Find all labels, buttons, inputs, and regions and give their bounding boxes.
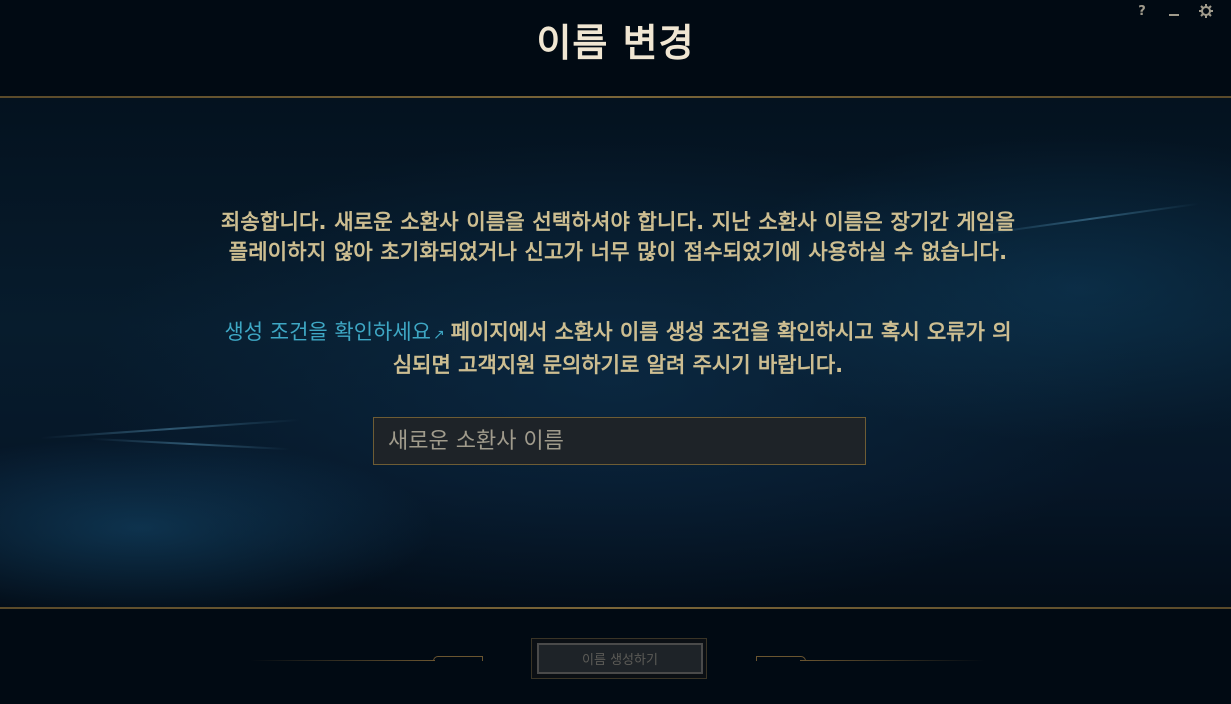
summoner-name-input[interactable]: [373, 417, 866, 465]
reset-notice-text: 죄송합니다. 새로운 소환사 이름을 선택하셔야 합니다. 지난 소환사 이름은…: [220, 210, 1016, 264]
minimize-icon: [1169, 14, 1179, 16]
name-rules-link[interactable]: 생성 조건을 확인하세요: [224, 320, 431, 344]
background-streak: [90, 437, 290, 451]
footer-ornament-right-tab: [756, 656, 806, 661]
window-controls: ?: [1129, 2, 1219, 20]
help-button[interactable]: ?: [1129, 2, 1155, 20]
name-rules-text: 생성 조건을 확인하세요 ↗ 페이지에서 소환사 이름 생성 조건을 확인하시고 혹…: [218, 317, 1018, 380]
footer-ornament-right: [800, 660, 985, 661]
external-link-icon: ↗: [433, 327, 445, 343]
footer-ornament-left-tab: [433, 656, 483, 661]
background-streak: [40, 418, 300, 440]
header: 이름 변경 ?: [0, 0, 1231, 96]
minimize-button[interactable]: [1161, 2, 1187, 20]
footer-ornament-left: [250, 660, 435, 661]
gear-icon: [1199, 4, 1213, 18]
content-panel: 죄송합니다. 새로운 소환사 이름을 선택하셔야 합니다. 지난 소환사 이름은…: [0, 98, 1231, 607]
name-rules-rest: 페이지에서 소환사 이름 생성 조건을 확인하시고 혹시 오류가 의심되면 고객…: [392, 320, 1012, 377]
help-icon: ?: [1138, 3, 1146, 19]
page-title: 이름 변경: [536, 21, 695, 65]
create-name-button[interactable]: 이름 생성하기: [537, 643, 703, 674]
settings-button[interactable]: [1193, 2, 1219, 20]
name-change-window: 이름 변경 ? 죄송합니다. 새로운 소환사 이름을 선택하셔야 합니다. 지난…: [0, 0, 1231, 704]
